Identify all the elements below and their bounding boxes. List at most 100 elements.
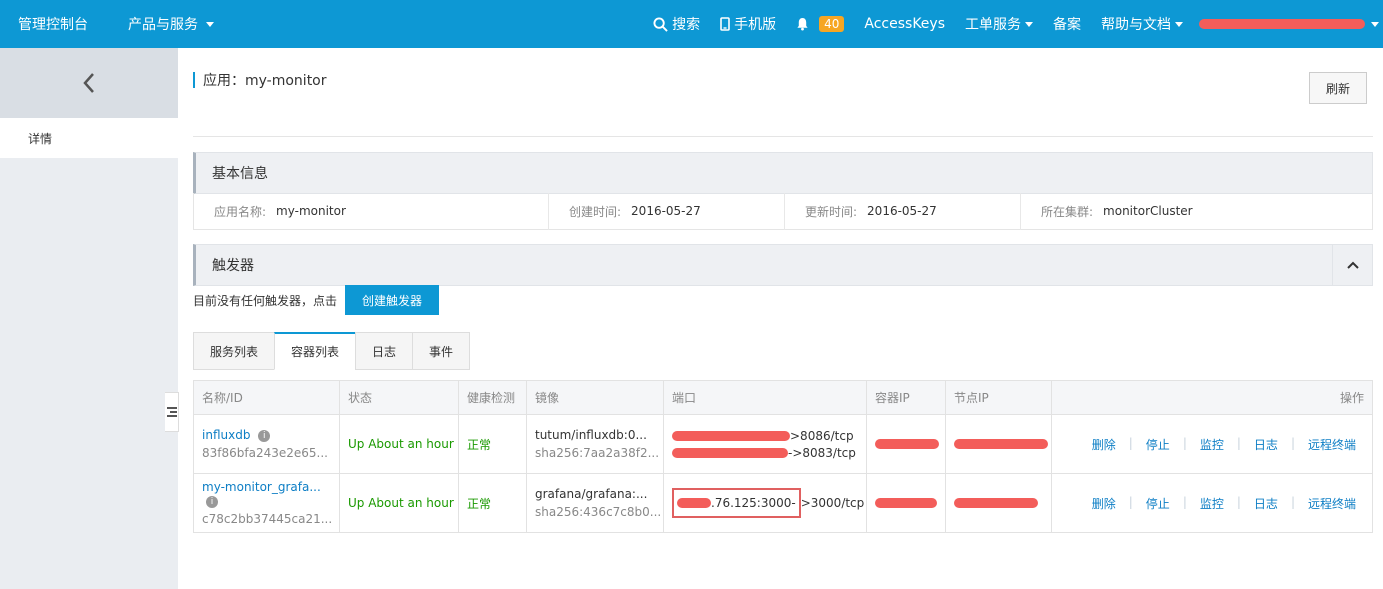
table-header-row: 名称/ID 状态 健康检测 镜像 端口 容器IP 节点IP 操作 — [193, 380, 1373, 415]
phone-icon — [720, 17, 730, 31]
info-icon[interactable]: i — [258, 430, 271, 442]
chevron-down-icon — [1025, 21, 1033, 27]
logs-link[interactable]: 日志 — [1241, 436, 1291, 453]
container-id: 83f86bfa243e2e65... — [202, 446, 328, 460]
chevron-down-icon — [1371, 21, 1379, 27]
chevron-left-icon — [83, 73, 94, 93]
cell-container-ip — [866, 473, 946, 533]
chevron-up-icon — [1346, 261, 1359, 269]
cell-image: tutum/influxdb:0... sha256:7aa2a38f2... — [526, 414, 664, 474]
logs-link[interactable]: 日志 — [1241, 495, 1291, 512]
bell-icon — [797, 17, 808, 31]
cell-actions: 删除 | 停止 | 监控 | 日志 | 远程终端 — [1051, 473, 1373, 533]
row-actions: 删除 | 停止 | 监控 | 日志 | 远程终端 — [1060, 436, 1372, 453]
port-mapping: ->8083/tcp — [672, 446, 866, 460]
create-trigger-button[interactable]: 创建触发器 — [345, 285, 439, 315]
cell-name: influxdb i 83f86bfa243e2e65... — [193, 414, 340, 474]
basic-info-title: 基本信息 — [212, 166, 268, 182]
port-value: >3000/tcp — [800, 496, 865, 510]
no-triggers-text: 目前没有任何触发器，点击 — [193, 294, 338, 308]
info-updated: 更新时间: 2016-05-27 — [785, 192, 1021, 230]
redacted-ip — [672, 430, 790, 441]
table-row: my-monitor_grafa... i c78c2bb37445ca21..… — [193, 473, 1373, 533]
info-icon[interactable]: i — [206, 496, 218, 508]
col-container-ip: 容器IP — [866, 380, 946, 415]
refresh-button[interactable]: 刷新 — [1309, 72, 1367, 104]
col-health: 健康检测 — [458, 380, 527, 415]
accesskeys-link[interactable]: AccessKeys — [854, 0, 955, 48]
mobile-button[interactable]: 手机版 — [710, 0, 786, 48]
sidebar: 详情 — [0, 48, 178, 589]
port-mapping: >8086/tcp — [672, 429, 866, 443]
info-cluster: 所在集群: monitorCluster — [1021, 193, 1372, 230]
row-actions: 删除 | 停止 | 监控 | 日志 | 远程终端 — [1060, 495, 1372, 512]
search-button[interactable]: 搜索 — [643, 0, 710, 48]
help-menu[interactable]: 帮助与文档 — [1091, 0, 1193, 48]
port-value: ->8083/tcp — [788, 445, 856, 460]
chevron-down-icon — [206, 21, 214, 27]
back-button[interactable] — [0, 48, 178, 118]
col-port: 端口 — [663, 380, 867, 415]
delete-link[interactable]: 删除 — [1079, 495, 1129, 512]
container-table: 名称/ID 状态 健康检测 镜像 端口 容器IP 节点IP 操作 influxd… — [193, 380, 1373, 533]
stop-link[interactable]: 停止 — [1133, 495, 1183, 512]
cell-health: 正常 — [458, 473, 527, 533]
image-digest: sha256:7aa2a38f2... — [535, 446, 660, 460]
search-icon — [653, 16, 668, 32]
search-label: 搜索 — [672, 17, 701, 33]
products-menu[interactable]: 产品与服务 — [128, 14, 214, 34]
tab-events[interactable]: 事件 — [412, 332, 471, 370]
col-image: 镜像 — [526, 380, 664, 415]
tab-containers[interactable]: 容器列表 — [274, 332, 356, 370]
monitor-link[interactable]: 监控 — [1187, 436, 1237, 453]
terminal-link[interactable]: 远程终端 — [1295, 495, 1356, 512]
basic-info-row: 应用名称: my-monitor 创建时间: 2016-05-27 更新时间: … — [193, 192, 1373, 230]
redacted-ip — [875, 439, 939, 449]
cell-actions: 删除 | 停止 | 监控 | 日志 | 远程终端 — [1051, 414, 1373, 474]
tab-bar: 服务列表 容器列表 日志 事件 — [193, 332, 471, 370]
beian-link[interactable]: 备案 — [1043, 0, 1091, 48]
col-actions: 操作 — [1051, 380, 1373, 415]
cell-node-ip — [945, 414, 1052, 474]
collapse-button[interactable] — [1332, 245, 1372, 285]
cell-health: 正常 — [458, 414, 527, 474]
user-account-menu[interactable] — [1193, 0, 1383, 48]
notifications-button[interactable]: 40 — [786, 0, 854, 48]
sidebar-item-details[interactable]: 详情 — [0, 118, 178, 158]
stop-link[interactable]: 停止 — [1133, 436, 1183, 453]
tab-logs[interactable]: 日志 — [355, 332, 413, 370]
sidebar-toggle[interactable] — [165, 392, 179, 432]
delete-link[interactable]: 删除 — [1079, 436, 1129, 453]
info-created: 创建时间: 2016-05-27 — [549, 192, 785, 230]
container-id: c78c2bb37445ca21... — [202, 512, 333, 526]
cell-status: Up About an hour — [339, 473, 459, 533]
basic-info-header: 基本信息 — [193, 152, 1373, 194]
cell-container-ip — [866, 414, 946, 474]
triggers-header: 触发器 — [193, 244, 1373, 286]
triggers-title: 触发器 — [212, 258, 254, 274]
redacted-username — [1199, 19, 1365, 29]
notification-count-badge: 40 — [819, 16, 845, 32]
tickets-menu[interactable]: 工单服务 — [955, 0, 1043, 48]
cell-node-ip — [945, 473, 1052, 533]
help-label: 帮助与文档 — [1101, 17, 1171, 33]
container-name-link[interactable]: my-monitor_grafa... — [202, 480, 321, 494]
cell-port: >8086/tcp ->8083/tcp — [663, 414, 867, 474]
redacted-ip — [954, 498, 1038, 508]
info-label: 更新时间: — [805, 204, 858, 219]
info-app-name: 应用名称: my-monitor — [194, 192, 549, 230]
image-name: grafana/grafana:... — [535, 487, 648, 501]
chevron-down-icon — [1175, 21, 1183, 27]
redacted-ip — [954, 439, 1048, 449]
monitor-link[interactable]: 监控 — [1187, 495, 1237, 512]
cell-status: Up About an hour — [339, 414, 459, 474]
container-name-link[interactable]: influxdb — [202, 428, 250, 442]
menu-lines-icon — [166, 407, 177, 417]
info-value: monitorCluster — [1103, 204, 1193, 218]
highlight-box: .76.125:3000- — [672, 488, 801, 518]
console-home-link[interactable]: 管理控制台 — [0, 14, 110, 34]
cell-name: my-monitor_grafa... i c78c2bb37445ca21..… — [193, 473, 340, 533]
top-navbar: 管理控制台 产品与服务 搜索 手机版 40 AccessKeys 工单服务 备案… — [0, 0, 1383, 48]
terminal-link[interactable]: 远程终端 — [1295, 436, 1356, 453]
tab-services[interactable]: 服务列表 — [193, 332, 275, 370]
